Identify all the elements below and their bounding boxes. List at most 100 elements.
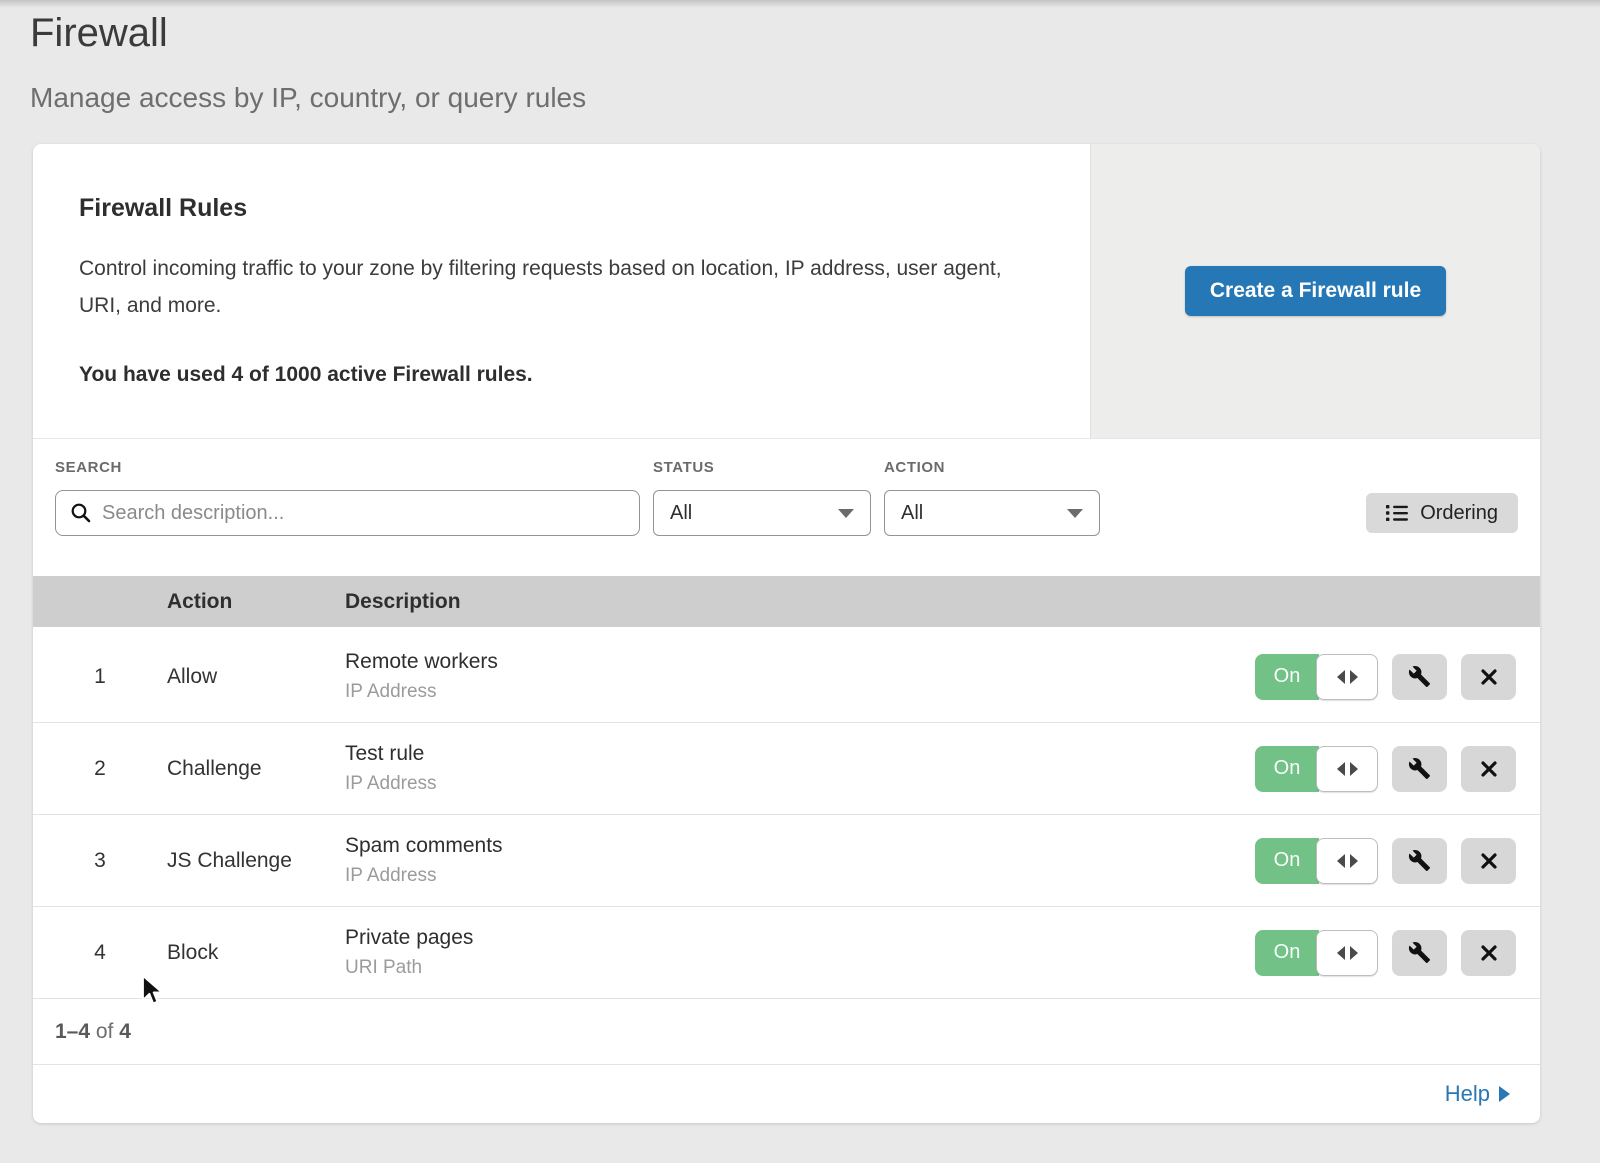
table-row: 1 Allow Remote workers IP Address On <box>33 631 1540 723</box>
toggle-on-label: On <box>1255 746 1319 792</box>
search-input[interactable] <box>102 502 625 525</box>
status-selected-value: All <box>670 502 692 525</box>
toggle-on-label: On <box>1255 838 1319 884</box>
overview-text: Firewall Rules Control incoming traffic … <box>33 144 1090 438</box>
action-label: ACTION <box>884 459 1100 476</box>
search-filter-group: SEARCH <box>55 459 640 536</box>
edit-rule-button[interactable] <box>1392 838 1447 884</box>
rule-description: Spam comments <box>345 834 1210 858</box>
toggle-drag-handle[interactable] <box>1316 930 1378 976</box>
rule-description-cell: Remote workers IP Address <box>345 650 1210 703</box>
overview-description: Control incoming traffic to your zone by… <box>79 251 1020 325</box>
wrench-icon <box>1408 941 1431 964</box>
rule-description: Remote workers <box>345 650 1210 674</box>
edit-rule-button[interactable] <box>1392 930 1447 976</box>
rule-action: Challenge <box>167 757 345 781</box>
toggle-drag-handle[interactable] <box>1316 746 1378 792</box>
rule-description: Private pages <box>345 926 1210 950</box>
rule-match-type: URI Path <box>345 957 1210 979</box>
action-selected-value: All <box>901 502 923 525</box>
rule-enabled-toggle[interactable]: On <box>1255 930 1378 976</box>
status-label: STATUS <box>653 459 871 476</box>
toggle-on-label: On <box>1255 654 1319 700</box>
rule-description: Test rule <box>345 742 1210 766</box>
ordered-list-icon <box>1386 504 1408 522</box>
close-icon <box>1479 667 1499 687</box>
arrow-right-icon <box>1499 1086 1510 1102</box>
table-row: 3 JS Challenge Spam comments IP Address … <box>33 815 1540 907</box>
filters-bar: SEARCH STATUS All ACTION All <box>33 438 1540 576</box>
arrow-right-icon <box>1350 670 1358 684</box>
toggle-drag-handle[interactable] <box>1316 654 1378 700</box>
rule-description-cell: Private pages URI Path <box>345 926 1210 979</box>
arrow-left-icon <box>1337 762 1345 776</box>
ordering-button[interactable]: Ordering <box>1366 493 1518 533</box>
overview-usage-count: You have used 4 of 1000 active Firewall … <box>79 363 1020 387</box>
arrow-right-icon <box>1350 946 1358 960</box>
help-label: Help <box>1445 1081 1490 1107</box>
action-select[interactable]: All <box>884 490 1100 536</box>
search-icon <box>70 502 92 524</box>
rule-match-type: IP Address <box>345 681 1210 703</box>
toggle-on-label: On <box>1255 930 1319 976</box>
table-row: 4 Block Private pages URI Path On <box>33 907 1540 999</box>
description-column-header: Description <box>345 590 1210 614</box>
table-header-row: Action Description <box>33 576 1540 631</box>
rule-enabled-toggle[interactable]: On <box>1255 654 1378 700</box>
search-label: SEARCH <box>55 459 640 476</box>
arrow-right-icon <box>1350 762 1358 776</box>
ordering-wrap: Ordering <box>1366 490 1518 536</box>
rule-description-cell: Spam comments IP Address <box>345 834 1210 887</box>
arrow-left-icon <box>1337 946 1345 960</box>
rule-enabled-toggle[interactable]: On <box>1255 838 1378 884</box>
rule-priority: 3 <box>33 849 167 873</box>
rule-priority: 4 <box>33 941 167 965</box>
close-icon <box>1479 851 1499 871</box>
arrow-right-icon <box>1350 854 1358 868</box>
close-icon <box>1479 759 1499 779</box>
rule-controls: On <box>1210 838 1540 884</box>
pagination-total: 4 <box>119 1020 131 1044</box>
delete-rule-button[interactable] <box>1461 930 1516 976</box>
pagination-range: 1–4 <box>55 1020 90 1044</box>
edit-rule-button[interactable] <box>1392 654 1447 700</box>
rule-match-type: IP Address <box>345 865 1210 887</box>
overview-heading: Firewall Rules <box>79 194 1020 223</box>
delete-rule-button[interactable] <box>1461 746 1516 792</box>
rule-priority: 2 <box>33 757 167 781</box>
pagination: 1–4 of 4 <box>33 999 1540 1065</box>
rule-controls: On <box>1210 746 1540 792</box>
page-subtitle: Manage access by IP, country, or query r… <box>30 82 1600 114</box>
window-top-edge <box>0 0 1600 8</box>
search-box[interactable] <box>55 490 640 536</box>
wrench-icon <box>1408 757 1431 780</box>
create-firewall-rule-button[interactable]: Create a Firewall rule <box>1185 266 1446 316</box>
rule-controls: On <box>1210 930 1540 976</box>
rule-action: Allow <box>167 665 345 689</box>
rule-action: Block <box>167 941 345 965</box>
firewall-rules-card: Firewall Rules Control incoming traffic … <box>33 144 1540 1123</box>
delete-rule-button[interactable] <box>1461 838 1516 884</box>
rule-description-cell: Test rule IP Address <box>345 742 1210 795</box>
edit-rule-button[interactable] <box>1392 746 1447 792</box>
pagination-of: of <box>90 1020 119 1044</box>
arrow-left-icon <box>1337 854 1345 868</box>
rule-match-type: IP Address <box>345 773 1210 795</box>
close-icon <box>1479 943 1499 963</box>
rule-priority: 1 <box>33 665 167 689</box>
rule-action: JS Challenge <box>167 849 345 873</box>
action-column-header: Action <box>167 590 345 614</box>
chevron-down-icon <box>838 509 854 518</box>
action-filter-group: ACTION All <box>884 459 1100 536</box>
rule-enabled-toggle[interactable]: On <box>1255 746 1378 792</box>
page-header: Firewall Manage access by IP, country, o… <box>0 0 1600 114</box>
toggle-drag-handle[interactable] <box>1316 838 1378 884</box>
status-filter-group: STATUS All <box>653 459 871 536</box>
delete-rule-button[interactable] <box>1461 654 1516 700</box>
ordering-button-label: Ordering <box>1420 502 1498 525</box>
status-select[interactable]: All <box>653 490 871 536</box>
chevron-down-icon <box>1067 509 1083 518</box>
help-link[interactable]: Help <box>1445 1081 1510 1107</box>
overview-section: Firewall Rules Control incoming traffic … <box>33 144 1540 438</box>
wrench-icon <box>1408 849 1431 872</box>
